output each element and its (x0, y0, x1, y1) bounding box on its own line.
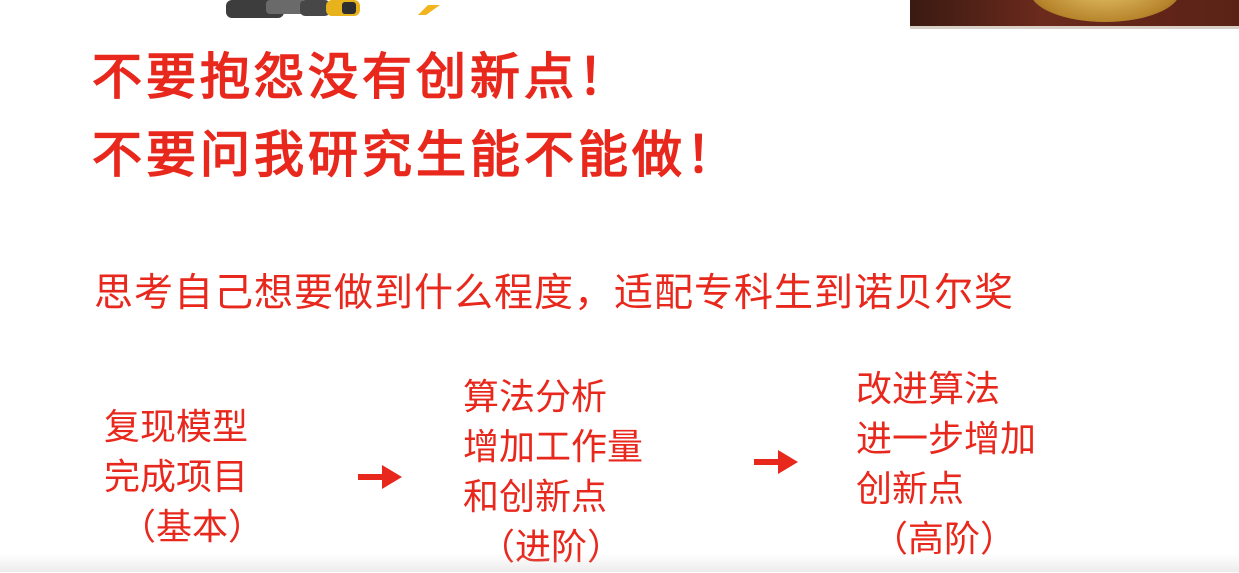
stage-basic-level: （基本） (120, 507, 265, 548)
right-arrow-icon (754, 450, 798, 474)
headline-can-grad-do-it: 不要问我研究生能不能做！ (92, 126, 740, 184)
stage-expert-line: 创新点 (856, 469, 965, 510)
spark-illustration (418, 0, 440, 15)
subtitle: 思考自己想要做到什么程度，适配专科生到诺贝尔奖 (94, 271, 1015, 316)
compass-dial (1030, 0, 1180, 22)
stage-basic: 复现模型 完成项目 （基本） (104, 403, 264, 553)
robot-illustration (226, 0, 360, 20)
bottom-shade (0, 554, 1239, 572)
headline-no-complaints: 不要抱怨没有创新点！ (92, 48, 632, 106)
stage-basic-line: 复现模型 (104, 407, 249, 448)
stage-expert-line: 改进算法 (856, 369, 1001, 410)
stage-basic-line: 完成项目 (104, 457, 249, 498)
stage-advanced-line: 增加工作量 (463, 427, 644, 468)
compass-photo (910, 0, 1239, 29)
stage-expert: 改进算法 进一步增加 创新点 （高阶） (856, 365, 1036, 565)
stage-advanced-line: 和创新点 (463, 477, 608, 518)
stage-expert-line: 进一步增加 (856, 419, 1037, 460)
stage-advanced: 算法分析 增加工作量 和创新点 （进阶） (463, 373, 643, 573)
stage-advanced-line: 算法分析 (463, 377, 608, 418)
right-arrow-icon (358, 465, 402, 489)
